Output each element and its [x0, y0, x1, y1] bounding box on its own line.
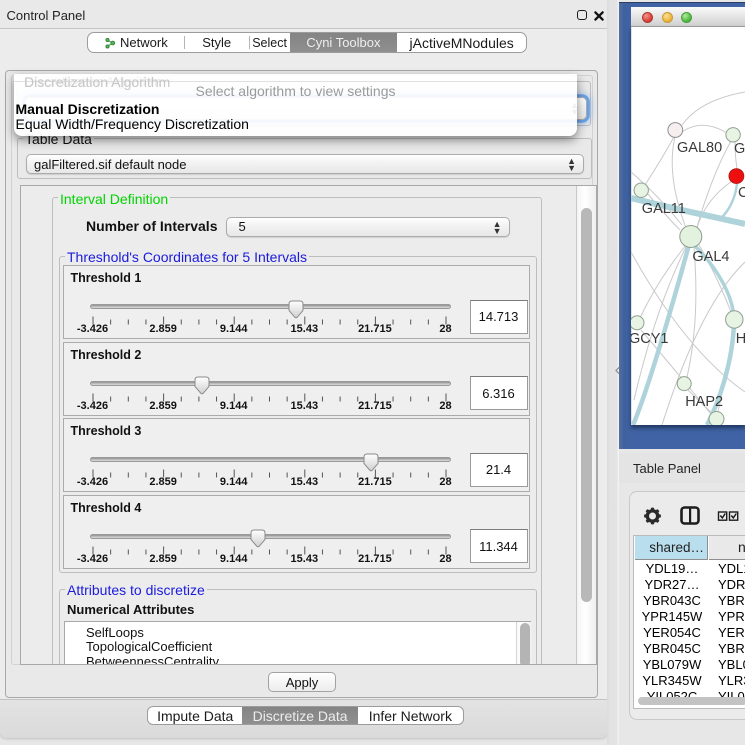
svg-text:GAL4: GAL4: [692, 249, 729, 265]
svg-text:GCY1: GCY1: [631, 331, 669, 347]
svg-text:GAL11: GAL11: [642, 201, 686, 217]
svg-text:HAP2: HAP2: [685, 394, 723, 410]
svg-text:C: C: [738, 185, 745, 201]
svg-text:GA: GA: [734, 141, 745, 157]
svg-text:H: H: [736, 331, 745, 347]
svg-text:GAL80: GAL80: [677, 140, 722, 156]
